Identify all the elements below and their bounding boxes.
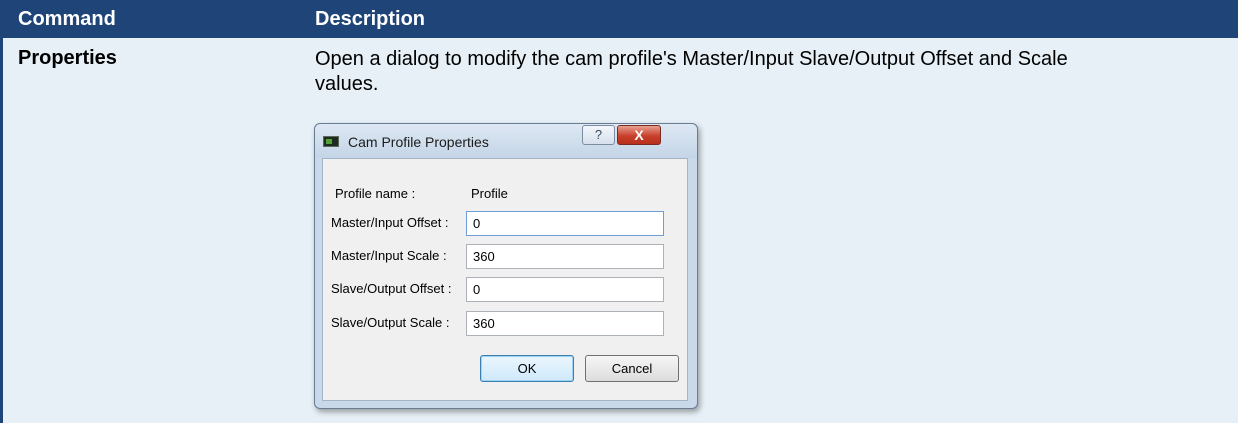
description-cell: Open a dialog to modify the cam profile'… — [315, 48, 1068, 95]
close-icon: X — [634, 127, 644, 143]
command-table: Command Description Properties Open a di… — [0, 0, 1238, 423]
slave-output-offset-label: Slave/Output Offset : — [331, 281, 452, 296]
slave-output-offset-field[interactable] — [466, 277, 664, 302]
app-window-icon — [323, 136, 339, 147]
master-input-scale-field[interactable] — [466, 244, 664, 269]
slave-output-scale-field[interactable] — [466, 311, 664, 336]
cam-profile-properties-dialog: Cam Profile Properties ? X Profile name … — [314, 123, 698, 409]
profile-name-value: Profile — [471, 186, 508, 201]
dialog-titlebar[interactable]: Cam Profile Properties ? X — [315, 124, 697, 158]
header-command: Command — [18, 8, 116, 30]
command-cell: Properties — [18, 47, 117, 69]
close-button[interactable]: X — [617, 125, 661, 145]
master-input-offset-field[interactable] — [466, 211, 664, 236]
help-button[interactable]: ? — [582, 125, 615, 145]
ok-button[interactable]: OK — [480, 355, 574, 382]
slave-output-scale-label: Slave/Output Scale : — [331, 315, 450, 330]
table-header-row: Command Description — [0, 0, 1238, 38]
table-left-border — [0, 38, 3, 423]
header-description: Description — [315, 8, 426, 30]
profile-name-label: Profile name : — [335, 186, 416, 201]
dialog-title: Cam Profile Properties — [348, 134, 489, 150]
help-icon: ? — [594, 127, 603, 142]
dialog-body: Profile name : Profile Master/Input Offs… — [322, 158, 688, 401]
master-input-scale-label: Master/Input Scale : — [331, 248, 447, 263]
master-input-offset-label: Master/Input Offset : — [331, 215, 449, 230]
cancel-button[interactable]: Cancel — [585, 355, 679, 382]
